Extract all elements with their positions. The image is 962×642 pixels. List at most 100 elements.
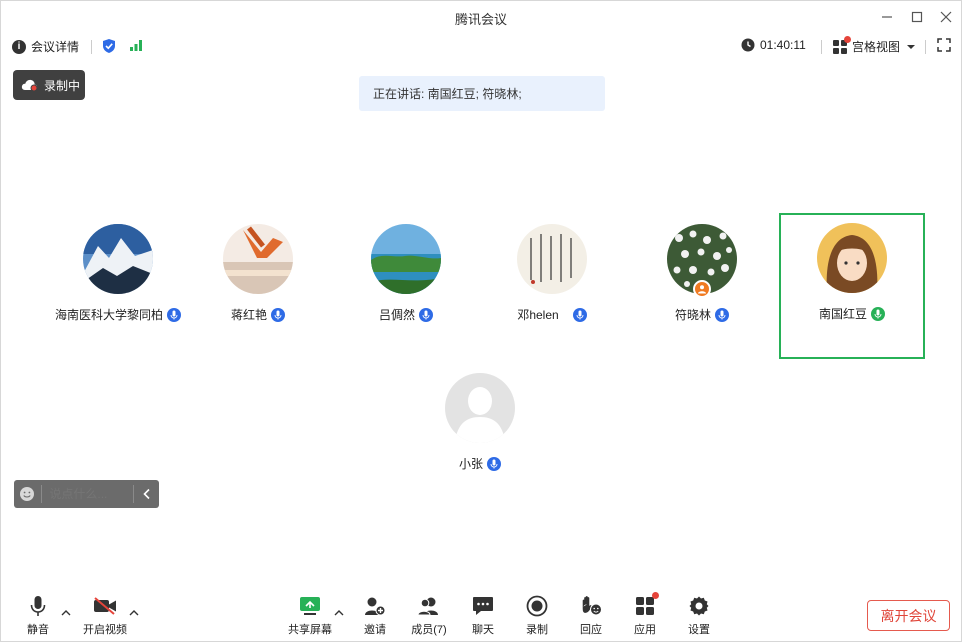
participant-tile-active-speaker[interactable]: 南国红豆 [779,213,925,359]
record-label: 录制 [526,624,548,636]
participant-name-row: 吕倜然 [333,306,479,323]
participant-tile[interactable]: 符晓林 [629,214,775,360]
microphone-icon [419,307,433,322]
title-bar: 腾讯会议 [1,1,961,33]
chat-button[interactable]: 聊天 [461,595,505,637]
participant-name-row: 邓helen [479,306,625,323]
add-user-icon [365,597,386,616]
mute-button[interactable]: 静音 [16,595,60,637]
share-options-chevron-icon[interactable] [334,609,344,620]
participant-tile[interactable]: 吕倜然 [333,214,479,360]
notification-dot [844,35,851,43]
grid-view-icon [833,35,851,54]
quick-chat-box [14,480,159,508]
minimize-icon[interactable] [877,7,897,27]
shield-icon [103,39,115,53]
participant-tile[interactable]: 小张 [407,363,553,509]
share-screen-icon [300,597,320,615]
participant-name: 邓helen [517,308,559,322]
participant-name: 小张 [458,457,483,471]
fullscreen-button[interactable] [937,38,951,52]
video-off-icon [94,597,116,615]
speaking-banner: 正在讲话: 南国红豆; 符晓林; [359,76,605,111]
record-button[interactable]: 录制 [515,595,559,637]
video-options-chevron-icon[interactable] [129,609,139,620]
recording-badge[interactable]: 录制中 [13,70,85,100]
share-screen-button[interactable]: 共享屏幕 [287,595,333,637]
participant-name-row: 小张 [407,455,553,472]
microphone-icon [30,596,46,616]
cloud-record-icon [21,79,38,92]
emoji-icon[interactable] [14,486,41,502]
members-icon [417,597,438,616]
view-mode-dropdown[interactable]: 宫格视图 [833,35,916,55]
host-badge-icon [693,280,711,298]
participant-tile[interactable]: 邓helen [479,214,625,360]
settings-button[interactable]: 设置 [677,595,721,637]
avatar [371,224,441,294]
meeting-timer: 01:40:11 [741,38,806,52]
leave-meeting-button[interactable]: 离开会议 [867,600,950,631]
recording-label: 录制中 [44,78,81,93]
meeting-details-label: 会议详情 [31,40,80,54]
meeting-details-button[interactable]: i 会议详情 [12,38,79,55]
mute-label: 静音 [27,624,49,636]
settings-label: 设置 [688,624,710,636]
apps-button[interactable]: 应用 [623,592,667,637]
chat-label: 聊天 [472,624,494,636]
gear-icon [689,596,709,616]
avatar [817,223,887,293]
chat-icon [473,597,493,615]
maximize-icon[interactable] [907,7,927,27]
participant-name: 海南医科大学黎同柏 [54,308,163,322]
start-video-button[interactable]: 开启视频 [82,595,128,637]
divider [91,40,92,54]
quick-chat-input[interactable] [49,487,130,501]
window-title: 腾讯会议 [454,12,507,27]
members-label: 成员(7) [411,624,447,636]
participant-name-row: 符晓林 [629,306,775,323]
info-icon: i [12,39,26,54]
close-icon[interactable] [936,7,956,27]
apps-label: 应用 [634,624,656,636]
fullscreen-icon [937,38,951,52]
divider [40,485,42,503]
microphone-icon [572,307,587,322]
avatar [83,224,153,294]
signal-icon [130,40,142,51]
react-button[interactable]: 回应 [569,595,613,637]
microphone-icon [271,307,285,322]
microphone-icon [487,456,501,471]
participant-name-row: 海南医科大学黎同柏 [45,306,191,323]
apps-icon [636,597,654,615]
invite-label: 邀请 [364,624,386,636]
divider [925,40,926,54]
clock-icon [741,38,755,52]
participant-tile[interactable]: 蒋红艳 [185,214,331,360]
participant-name: 符晓林 [674,308,711,322]
meeting-toolbar: i 会议详情 01:40:11 宫格视图 [1,34,961,60]
collapse-chevron-icon[interactable] [134,488,159,500]
microphone-icon [715,307,729,322]
members-button[interactable]: 成员(7) [406,595,452,637]
bottom-toolbar: 静音 开启视频 共享屏幕 邀请 成员(7) 聊天 录制 回应 应用 设置 离开会… [1,589,961,641]
caret-down-icon [907,44,916,49]
participant-tile[interactable]: 海南医科大学黎同柏 [45,214,191,360]
participant-name-row: 蒋红艳 [185,306,331,323]
record-icon [526,595,548,617]
react-label: 回应 [580,624,602,636]
start-video-label: 开启视频 [83,624,127,636]
mute-options-chevron-icon[interactable] [61,609,71,620]
avatar [223,224,293,294]
participant-name: 蒋红艳 [230,308,267,322]
microphone-icon [167,307,181,322]
participant-name: 南国红豆 [818,307,867,321]
security-button[interactable] [102,38,116,54]
participant-name-row: 南国红豆 [781,305,923,322]
microphone-speaking-icon [871,306,885,321]
invite-button[interactable]: 邀请 [353,595,397,637]
notification-dot [652,592,659,599]
hand-reaction-icon [582,596,602,616]
divider [821,40,822,54]
network-quality-button[interactable] [129,38,143,52]
